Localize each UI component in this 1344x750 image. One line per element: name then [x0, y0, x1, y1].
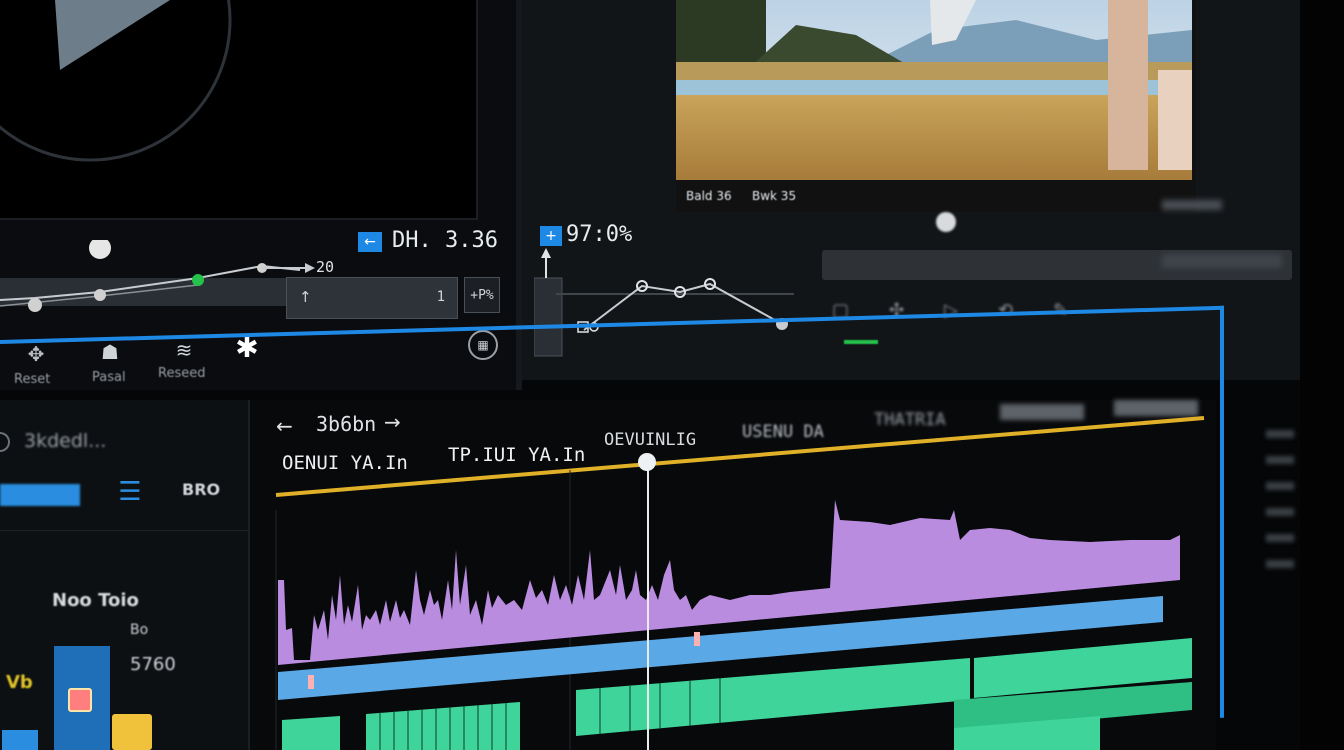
track-row-label-0: Noo Toio	[52, 590, 139, 611]
timeline-panel: 3kdedl... ☰ BRO Noo Toio Bo 5760 Vb ← 3b…	[0, 400, 1216, 750]
track-mute-icon[interactable]	[112, 714, 152, 750]
program-video-image	[676, 0, 1192, 180]
audio-clip-green-5	[366, 702, 520, 750]
timeline-tracks[interactable]	[270, 400, 1210, 750]
play-graphic	[0, 0, 232, 162]
track-row-label-2: 5760	[130, 654, 176, 675]
program-video-frame: Bald 36 Bwk 35	[676, 0, 1196, 212]
clip-marker	[694, 632, 700, 646]
bezel-right	[1300, 0, 1344, 750]
playhead-handle	[638, 453, 656, 471]
timeline-left-panel: 3kdedl... ☰ BRO Noo Toio Bo 5760 Vb	[0, 400, 250, 750]
right-side-strip	[1230, 380, 1310, 750]
panel-title-icon	[0, 432, 10, 452]
clip-marker	[308, 675, 314, 689]
source-keyframe-graph[interactable]	[0, 240, 330, 330]
track-blue-icon[interactable]	[2, 730, 38, 750]
timecode-arrow-icon[interactable]: ←	[358, 232, 382, 252]
source-video-frame	[0, 0, 478, 220]
program-right-blur	[1162, 200, 1292, 320]
track-list-icon[interactable]: ☰	[112, 476, 148, 508]
track-row-label-1: Bo	[130, 622, 149, 638]
playhead-knob[interactable]	[936, 212, 956, 232]
time-ruler	[275, 416, 1205, 497]
source-graph-label: 20	[316, 258, 335, 276]
add-keyframe-icon[interactable]: +	[540, 226, 562, 246]
track-lock-icon[interactable]	[68, 688, 92, 712]
audio-clip-green-4	[282, 716, 340, 750]
field-handle-icon: ↑	[299, 288, 312, 306]
program-caption-mid: Bwk 35	[752, 189, 797, 203]
track-row-label-3: Vb	[6, 672, 33, 693]
left-row-1	[0, 530, 250, 531]
program-timecode: 97:0%	[566, 222, 633, 247]
source-field-value: 1	[436, 289, 445, 305]
source-timecode: DH. 3.36	[392, 228, 498, 253]
track-select-bar[interactable]	[0, 484, 80, 506]
program-caption-left: Bald 36	[686, 189, 732, 203]
source-field-right[interactable]: +P%	[464, 277, 500, 313]
audio-clip-green-1	[576, 658, 970, 736]
panel-title: 3kdedl...	[24, 430, 107, 452]
source-value-field[interactable]: ↑ 1	[286, 277, 458, 319]
badge-text: BRO	[182, 480, 221, 499]
